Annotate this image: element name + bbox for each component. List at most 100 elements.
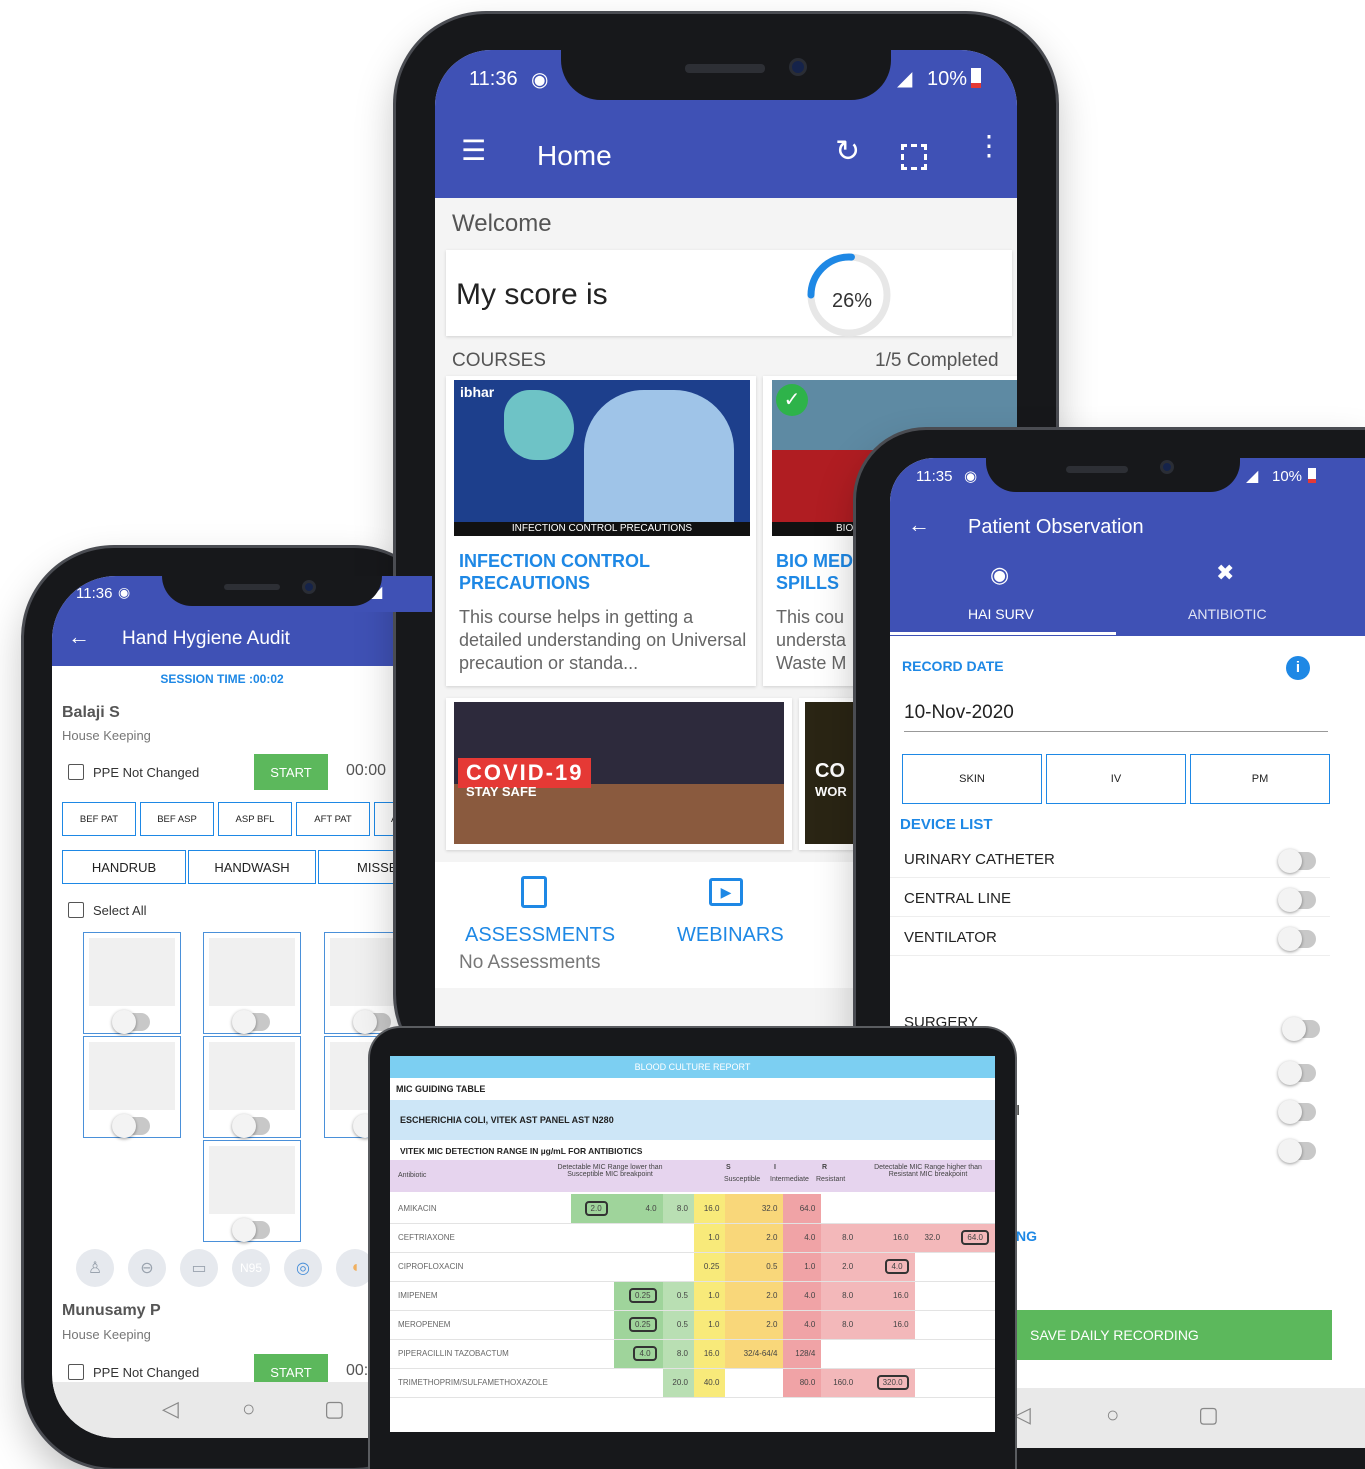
ppe-label: PPE Not Changed xyxy=(93,765,200,780)
page-title: Home xyxy=(537,140,612,171)
mic-cell xyxy=(946,1368,995,1398)
moment-button-aft-pat[interactable]: AFT PAT xyxy=(296,802,370,836)
webinars-label[interactable]: WEBINARS xyxy=(677,924,784,947)
mic-cell xyxy=(914,1281,947,1311)
info-icon[interactable]: i xyxy=(1286,656,1310,680)
device-row: CENTRAL LINE xyxy=(890,879,1330,917)
mic-cell xyxy=(914,1252,947,1282)
option-toggle[interactable] xyxy=(1278,1061,1316,1085)
hand-thumb-icon xyxy=(209,1042,295,1110)
webinar-card[interactable]: CO WOR xyxy=(799,698,859,850)
mic-result-box: 320.0 xyxy=(876,1375,909,1390)
handrub-button[interactable]: HANDRUB xyxy=(62,850,186,884)
webinar-subtitle: STAY SAFE xyxy=(466,784,537,799)
globe-icon: ◉ xyxy=(118,584,131,600)
header-antibiotic: Antibiotic xyxy=(398,1172,427,1179)
header-s-sub: Susceptible xyxy=(724,1176,761,1183)
hand-step-2[interactable] xyxy=(203,932,301,1034)
moment-button-asp-bfl[interactable]: ASP BFL xyxy=(218,802,292,836)
blood-culture-screen: BLOOD CULTURE REPORT MIC GUIDING TABLE E… xyxy=(390,1056,995,1432)
mic-cell xyxy=(662,1223,694,1253)
status-time: 11:35 xyxy=(916,468,953,485)
hand-step-toggle[interactable] xyxy=(232,1218,270,1242)
site-button-iv[interactable]: IV xyxy=(1046,754,1186,804)
mic-cell: 128/4 xyxy=(783,1339,822,1369)
assessments-label[interactable]: ASSESSMENTS xyxy=(465,924,615,947)
mic-cell xyxy=(821,1194,860,1224)
nav-recents-icon[interactable]: ▢ xyxy=(1198,1402,1219,1428)
webinar-play-icon[interactable]: ▶ xyxy=(709,878,743,906)
site-button-skin[interactable]: SKIN xyxy=(902,754,1042,804)
mic-cell xyxy=(859,1194,915,1224)
course-card[interactable]: ibhar INFECTION CONTROL PRECAUTIONS INFE… xyxy=(446,376,756,686)
mic-cell: 2.0 xyxy=(821,1252,860,1282)
record-date-input[interactable]: 10-Nov-2020 xyxy=(904,702,1328,732)
n95-icon[interactable]: N95 xyxy=(232,1249,270,1287)
mic-cell: 64.0 xyxy=(783,1194,822,1224)
device-toggle[interactable] xyxy=(1278,927,1316,951)
start-button[interactable]: START xyxy=(254,754,328,790)
mic-cell xyxy=(946,1194,995,1224)
moment-button-bef-pat[interactable]: BEF PAT xyxy=(62,802,136,836)
mic-row: TRIMETHOPRIM/SULFAMETHOXAZOLE 20.0 40.0 80.… xyxy=(390,1368,995,1398)
mask-icon[interactable]: ▭ xyxy=(180,1249,218,1287)
site-button-pm[interactable]: PM xyxy=(1190,754,1330,804)
hand-step-5[interactable] xyxy=(203,1036,301,1138)
back-arrow-icon[interactable]: ← xyxy=(68,624,90,650)
handwash-button[interactable]: HANDWASH xyxy=(188,850,316,884)
mic-result-box: 0.25 xyxy=(629,1288,657,1303)
hamburger-menu-icon[interactable]: ☰ xyxy=(461,134,486,167)
device-toggle[interactable] xyxy=(1278,888,1316,912)
hand-step-7[interactable] xyxy=(203,1140,301,1242)
mic-cell xyxy=(553,1368,563,1398)
mic-cell: 2.0 xyxy=(725,1223,784,1253)
hand-step-1[interactable] xyxy=(83,932,181,1034)
checkmark-icon: ✓ xyxy=(776,384,808,416)
ppe-checkbox[interactable] xyxy=(68,764,84,780)
more-vert-icon[interactable]: ⋮ xyxy=(975,132,1003,160)
nav-home-icon[interactable]: ○ xyxy=(242,1396,255,1422)
hand-step-toggle[interactable] xyxy=(232,1114,270,1138)
moment-button-bef-asp[interactable]: BEF ASP xyxy=(140,802,214,836)
sync-icon[interactable]: ↻ xyxy=(835,134,860,169)
glove-icon[interactable]: ◖ xyxy=(336,1249,374,1287)
clipboard-icon[interactable] xyxy=(521,876,547,908)
device-toggle[interactable] xyxy=(1278,849,1316,873)
hand-rub-palm-icon xyxy=(89,938,175,1006)
fullscreen-icon[interactable] xyxy=(901,144,927,170)
ppe-checkbox[interactable] xyxy=(68,1364,84,1380)
staff-name: Balaji S xyxy=(62,704,120,721)
back-arrow-icon[interactable]: ← xyxy=(908,512,930,538)
save-daily-recording-button[interactable]: SAVE DAILY RECORDING xyxy=(1014,1310,1332,1360)
option-toggle[interactable] xyxy=(1278,1139,1316,1163)
webinar-card[interactable]: COVID-19 STAY SAFE xyxy=(446,698,792,850)
hand-step-4[interactable] xyxy=(83,1036,181,1138)
mic-cell: 32/4-64/4 xyxy=(725,1339,784,1369)
mic-cell xyxy=(571,1281,614,1311)
mic-cell xyxy=(946,1281,995,1311)
mic-cell: 4.0 xyxy=(783,1281,822,1311)
nav-recents-icon[interactable]: ▢ xyxy=(324,1396,345,1422)
app-bar: ← Patient Observation ◉ HAI SURV ✖ ANTIB… xyxy=(890,500,1365,636)
hand-fingers-icon xyxy=(89,1042,175,1110)
tab-antibiotic[interactable]: ANTIBIOTIC xyxy=(1188,606,1267,622)
ring-icon[interactable]: ◎ xyxy=(284,1249,322,1287)
tab-hai-surv[interactable]: HAI SURV xyxy=(968,606,1034,622)
goggles-icon[interactable]: ⊖ xyxy=(128,1249,166,1287)
nav-home-icon[interactable]: ○ xyxy=(1106,1402,1119,1428)
surgery-toggle[interactable] xyxy=(1282,1017,1320,1041)
nav-back-icon[interactable]: ◁ xyxy=(162,1396,179,1422)
mic-result-box: 64.0 xyxy=(961,1230,989,1245)
mic-cell: 4.0 xyxy=(783,1310,822,1340)
gown-icon[interactable]: ♙ xyxy=(76,1249,114,1287)
select-all-label: Select All xyxy=(93,903,147,918)
mic-cell: 0.25 xyxy=(613,1310,663,1340)
hand-step-toggle[interactable] xyxy=(353,1010,391,1034)
hand-step-toggle[interactable] xyxy=(112,1114,150,1138)
nav-back-icon[interactable]: ◁ xyxy=(1014,1402,1031,1428)
device-label: URINARY CATHETER xyxy=(904,851,1055,868)
option-toggle[interactable] xyxy=(1278,1100,1316,1124)
hand-step-toggle[interactable] xyxy=(232,1010,270,1034)
hand-step-toggle[interactable] xyxy=(112,1010,150,1034)
select-all-checkbox[interactable] xyxy=(68,902,84,918)
